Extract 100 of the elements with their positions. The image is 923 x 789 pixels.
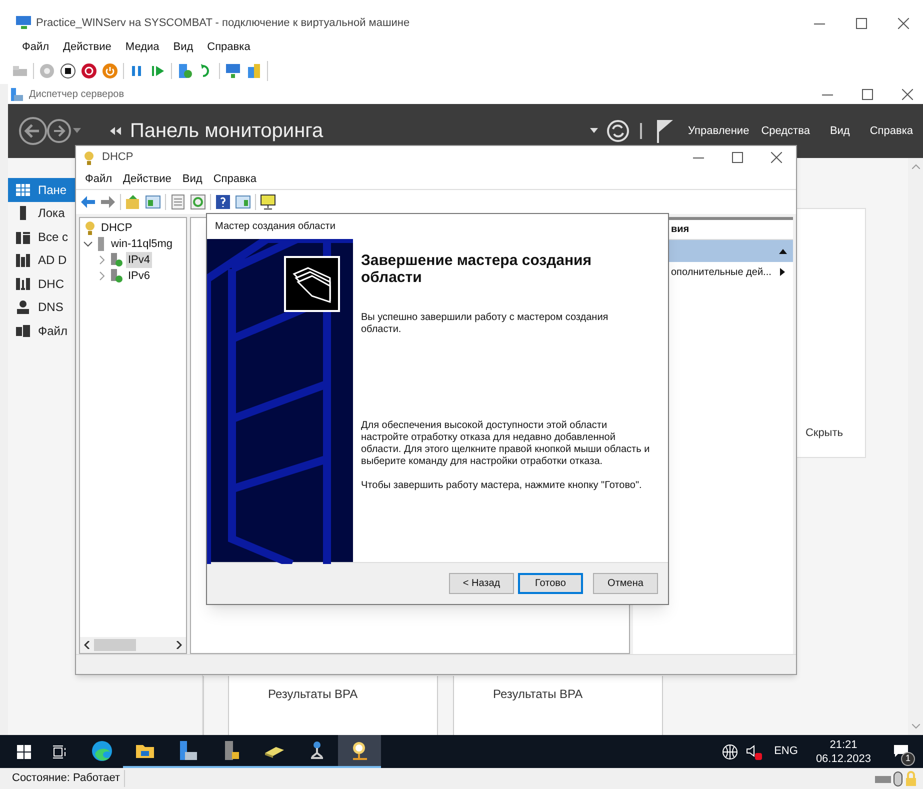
maximize-icon xyxy=(862,88,873,100)
folders-icon xyxy=(284,256,340,312)
tile-label: Результаты BPA xyxy=(268,687,358,701)
lock-icon xyxy=(905,770,917,786)
menu-item[interactable]: Действие xyxy=(63,38,112,56)
folders-icon xyxy=(16,324,30,338)
refresh-icon xyxy=(606,119,630,143)
dialog-button[interactable]: Готово xyxy=(518,573,583,594)
double-chevron-icon xyxy=(110,127,122,135)
window-title: Practice_WINServ на SYSCOMBAT - подключение к виртуальной машине xyxy=(36,16,410,31)
play-icon[interactable] xyxy=(150,63,166,79)
stop-icon[interactable] xyxy=(60,63,76,79)
back-icon xyxy=(16,116,50,146)
dialog-button[interactable]: Отмена xyxy=(593,573,658,594)
menu-item[interactable]: Средства xyxy=(761,122,810,140)
chevron-down-icon xyxy=(912,724,920,729)
window-title: DHCP xyxy=(102,150,134,166)
close-icon xyxy=(771,152,782,163)
server-tower-icon xyxy=(16,253,30,268)
server-toolbox-icon xyxy=(10,88,23,100)
sidebar-item[interactable]: Файл xyxy=(8,319,75,342)
menu-item[interactable]: Действие xyxy=(123,170,172,188)
clock[interactable]: 21:21 06.12.2023 xyxy=(816,738,871,766)
tree-item[interactable]: win-11ql5mg xyxy=(109,236,175,252)
menu-item[interactable]: Вид xyxy=(830,122,850,140)
pane-header: вия xyxy=(671,223,690,237)
message-icon xyxy=(894,745,908,758)
tree-item[interactable]: DHCP xyxy=(101,220,132,236)
forward-icon xyxy=(46,118,72,144)
scrollbar-thumb[interactable] xyxy=(94,639,136,651)
panel-icon[interactable] xyxy=(145,194,161,210)
close-icon xyxy=(898,18,909,28)
menu-item[interactable]: Файл xyxy=(85,170,112,188)
forward-arrow-icon[interactable] xyxy=(100,194,116,210)
power-icon[interactable] xyxy=(102,63,118,79)
sidebar-item[interactable]: AD D xyxy=(8,248,75,272)
tile-label: Результаты BPA xyxy=(493,687,583,701)
browser-icon xyxy=(90,740,112,762)
caret-right-icon xyxy=(780,268,785,276)
tree-item[interactable]: IPv4 xyxy=(126,252,152,268)
server-icon[interactable] xyxy=(246,63,262,79)
dropdown-icon xyxy=(590,128,598,134)
servers-icon xyxy=(16,230,30,244)
windows-icon xyxy=(17,744,31,758)
panel-icon[interactable] xyxy=(235,194,251,210)
sidebar-item[interactable]: DNS xyxy=(8,296,75,319)
maximize-icon xyxy=(732,152,743,163)
menu-item[interactable]: Вид xyxy=(182,170,202,188)
language-indicator[interactable]: ENG xyxy=(774,743,798,760)
menu-item[interactable]: Управление xyxy=(688,122,750,140)
network-check-icon xyxy=(110,253,123,267)
status-text: Состояние: Работает xyxy=(12,770,126,787)
network-check-icon xyxy=(110,269,123,283)
monitor-icon[interactable] xyxy=(260,194,276,210)
power-off-icon[interactable] xyxy=(81,63,97,79)
menu-item[interactable]: Справка xyxy=(207,38,250,56)
grid-icon xyxy=(16,182,30,197)
maximize-icon xyxy=(856,18,867,28)
back-arrow-icon[interactable] xyxy=(80,194,96,210)
menu-item[interactable]: Файл xyxy=(22,38,50,56)
help-icon[interactable] xyxy=(215,194,231,210)
paragraph: Для обеспечения высокой доступности этой области настройте отработку отказа для недавно добавленной области. Для этого щелкните правой кнопкой мыши область и выберите команду для настройки отработки отказа. xyxy=(361,420,651,468)
close-icon xyxy=(902,88,913,100)
flag-icon xyxy=(656,119,674,143)
hide-link[interactable]: Скрыть xyxy=(805,424,843,441)
date-text: 06.12.2023 xyxy=(816,752,871,766)
paragraph: Чтобы завершить работу мастера, нажмите кнопку "Готово". xyxy=(361,480,643,492)
notification-button[interactable]: 1 xyxy=(887,738,915,766)
menu-item[interactable]: Справка xyxy=(213,170,256,188)
dialog-heading: Завершение мастера создания области xyxy=(361,252,593,286)
dialog-button[interactable]: < Назад xyxy=(449,573,514,594)
speaker-muted-icon xyxy=(746,744,762,760)
sidebar-item[interactable]: Лока xyxy=(8,202,75,225)
monitor-icon xyxy=(16,16,32,30)
chevron-left-icon xyxy=(84,641,90,649)
globe-icon xyxy=(722,744,738,760)
menu-item[interactable]: Вид xyxy=(173,38,194,56)
sidebar-item[interactable]: Все с xyxy=(8,225,75,248)
dialog-title: Мастер создания области xyxy=(215,220,336,234)
sidebar-item[interactable]: Пане xyxy=(8,178,75,202)
document-icon[interactable] xyxy=(170,194,186,210)
menu-item[interactable]: Справка xyxy=(870,122,913,140)
window-title: Диспетчер серверов xyxy=(29,88,124,102)
page-title: Панель мониторинга xyxy=(130,119,324,144)
notification-badge: 1 xyxy=(901,752,915,766)
server-icon xyxy=(96,237,106,251)
paragraph: Вы успешно завершили работу с мастером создания области. xyxy=(361,312,610,336)
sidebar-item[interactable]: DHC xyxy=(8,272,75,296)
folder-up-icon[interactable] xyxy=(125,194,141,210)
mouse-icon xyxy=(893,770,903,786)
caret-up-icon xyxy=(779,248,787,254)
taskbar-app[interactable] xyxy=(338,735,381,768)
menu-item[interactable]: Медиа xyxy=(125,38,160,56)
refresh-icon[interactable] xyxy=(190,194,206,210)
tree-item[interactable]: IPv6 xyxy=(126,268,152,284)
time-text: 21:21 xyxy=(830,738,858,752)
checkpoint-icon[interactable] xyxy=(177,63,193,79)
chevron-up-icon xyxy=(912,164,920,169)
dropdown-icon xyxy=(72,127,82,135)
chevron-right-icon xyxy=(176,641,182,649)
